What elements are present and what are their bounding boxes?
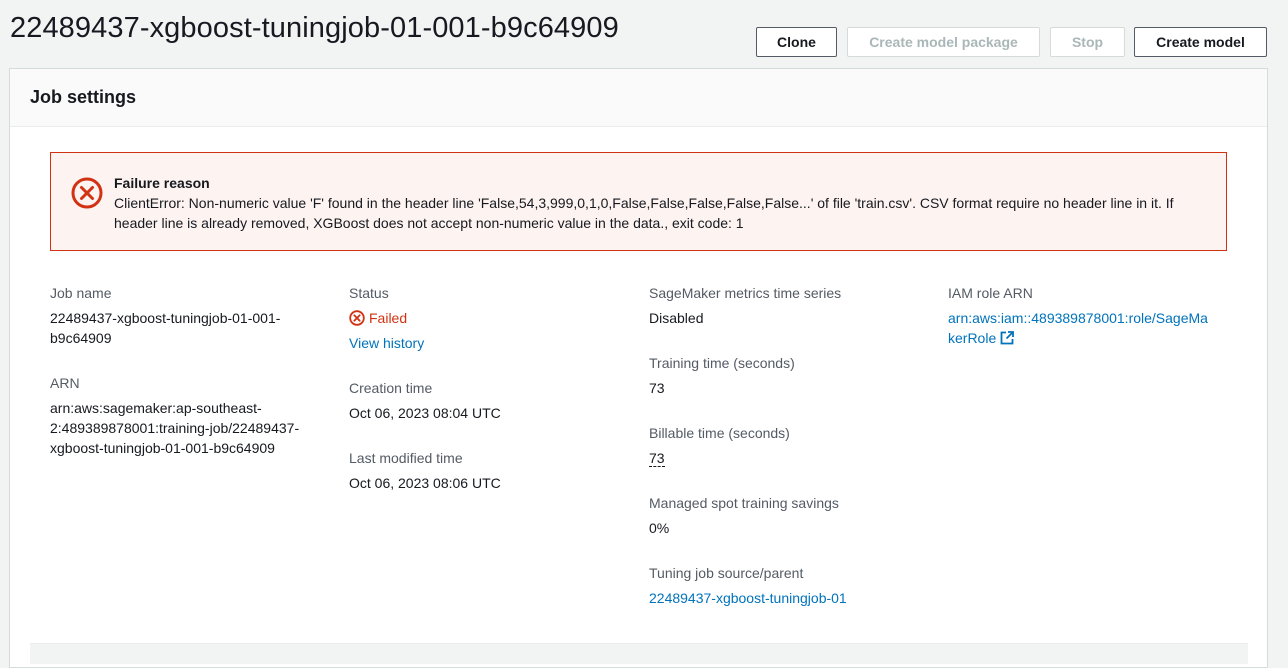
stop-button[interactable]: Stop [1050, 27, 1125, 57]
column-2: Status Failed View history Creation time… [349, 283, 629, 493]
arn-line-3: xgboost-tuningjob-01-001-b9c64909 [50, 440, 275, 456]
iam-role-line-2-row: kerRole [948, 328, 1238, 350]
status-failed-icon [349, 310, 365, 326]
last-modified-value: Oct 06, 2023 08:06 UTC [349, 475, 501, 491]
iam-role-label: IAM role ARN [948, 285, 1033, 301]
column-3: SageMaker metrics time series Disabled T… [649, 283, 929, 608]
job-name-line-2: b9c64909 [50, 330, 112, 346]
status-label: Status [349, 285, 389, 301]
training-time-value: 73 [649, 380, 665, 396]
spot-savings-label: Managed spot training savings [649, 495, 839, 511]
arn-line-1: arn:aws:sagemaker:ap-southeast- [50, 400, 262, 416]
status-value: Failed [349, 308, 629, 328]
iam-role-line-1: arn:aws:iam::489389878001:role/SageMa [948, 310, 1208, 326]
job-name-value: 22489437-xgboost-tuningjob-01-001- b9c64… [50, 308, 330, 348]
spot-savings-value: 0% [649, 520, 670, 536]
error-circle-icon [71, 177, 103, 209]
billable-time-row: 73 [649, 448, 929, 468]
metrics-value: Disabled [649, 310, 704, 326]
alert-header: Failure reason [114, 175, 210, 191]
create-model-package-button[interactable]: Create model package [847, 27, 1040, 57]
clone-button[interactable]: Clone [756, 27, 837, 57]
failure-alert: Failure reason ClientError: Non-numeric … [50, 152, 1227, 251]
header-actions: Clone Create model package Stop Create m… [0, 27, 1288, 57]
job-name-line-1: 22489437-xgboost-tuningjob-01-001- [50, 310, 281, 326]
billable-time-value[interactable]: 73 [649, 450, 665, 467]
metrics-label: SageMaker metrics time series [649, 285, 842, 301]
create-model-button[interactable]: Create model [1134, 27, 1267, 57]
alert-body: ClientError: Non-numeric value 'F' found… [114, 195, 1174, 231]
billable-time-label: Billable time (seconds) [649, 425, 790, 441]
iam-role-link[interactable]: arn:aws:iam::489389878001:role/SageMa ke… [948, 308, 1238, 350]
arn-line-2: 2:489389878001:training-job/22489437- [50, 420, 300, 436]
tuning-source-link[interactable]: 22489437-xgboost-tuningjob-01 [649, 588, 929, 608]
tuning-source-label: Tuning job source/parent [649, 565, 804, 581]
arn-label: ARN [50, 375, 80, 391]
panel-header: Job settings [10, 69, 1267, 127]
panel-title: Job settings [30, 87, 137, 107]
arn-value: arn:aws:sagemaker:ap-southeast- 2:489389… [50, 398, 330, 458]
next-section-header [30, 643, 1248, 664]
creation-time-value: Oct 06, 2023 08:04 UTC [349, 405, 501, 421]
training-time-label: Training time (seconds) [649, 355, 795, 371]
status-text: Failed [369, 310, 408, 326]
external-link-icon [1000, 330, 1015, 350]
job-settings-panel: Job settings Failure reason ClientError:… [9, 68, 1268, 668]
creation-time-label: Creation time [349, 380, 433, 396]
job-name-label: Job name [50, 285, 112, 301]
iam-role-line-2: kerRole [948, 330, 997, 346]
column-1: Job name 22489437-xgboost-tuningjob-01-0… [50, 283, 330, 458]
column-4: IAM role ARN arn:aws:iam::489389878001:r… [948, 283, 1238, 350]
view-history-link[interactable]: View history [349, 333, 629, 353]
last-modified-label: Last modified time [349, 450, 463, 466]
